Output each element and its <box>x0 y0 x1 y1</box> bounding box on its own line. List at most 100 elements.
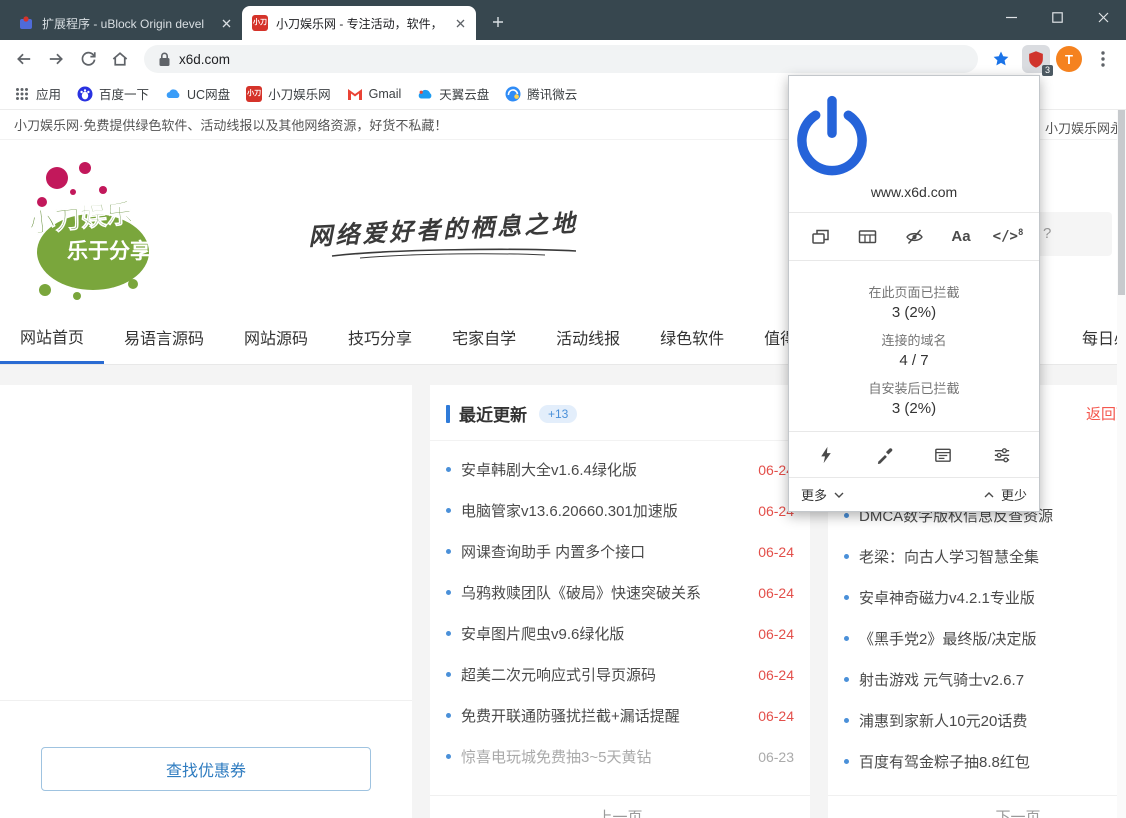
list-item[interactable]: 电脑管家v13.6.20660.301加速版06-24 <box>430 490 810 531</box>
bookmark-tianyi-cloud[interactable]: 天翼云盘 <box>417 84 489 103</box>
bookmark-weiyun[interactable]: 腾讯微云 <box>505 84 577 103</box>
nav-site-source[interactable]: 网站源码 <box>224 310 328 364</box>
list-item[interactable]: 超美二次元响应式引导页源码06-24 <box>430 654 810 695</box>
item-date: 06-24 <box>758 626 794 642</box>
bullet-icon <box>844 718 849 723</box>
list-item[interactable]: 百度有驾金粽子抽8.8红包 <box>828 741 1126 782</box>
nav-label: 技巧分享 <box>348 325 412 349</box>
list-item[interactable]: 惊喜电玩城免费抽3~5天黄钻06-23 <box>430 736 810 777</box>
site-favicon-icon: 小刀 <box>252 15 268 31</box>
ublock-extension-button[interactable]: 3 <box>1022 45 1050 73</box>
item-title[interactable]: 老梁：向古人学习智慧全集 <box>859 546 1126 567</box>
bookmark-star-icon[interactable] <box>986 44 1016 74</box>
bullet-icon <box>446 672 451 677</box>
bookmark-label: 百度一下 <box>99 84 149 103</box>
bookmark-label: 天翼云盘 <box>439 84 489 103</box>
list-item[interactable]: 免费开联通防骚扰拦截+漏话提醒06-24 <box>430 695 810 736</box>
recent-updates-header: 最近更新 +13 <box>430 385 810 441</box>
address-bar[interactable]: x6d.com <box>144 45 978 73</box>
cosmetic-filtering-icon[interactable] <box>897 220 931 254</box>
item-title[interactable]: 安卓韩剧大全v1.6.4绿化版 <box>461 459 750 480</box>
nav-tips[interactable]: 技巧分享 <box>328 310 432 364</box>
list-item[interactable]: 老梁：向古人学习智慧全集 <box>828 536 1126 577</box>
item-title[interactable]: 射击游戏 元气骑士v2.6.7 <box>859 669 1126 690</box>
profile-avatar[interactable]: T <box>1056 46 1082 72</box>
bullet-icon <box>446 549 451 554</box>
tab-close-icon[interactable] <box>452 15 468 31</box>
nav-home[interactable]: 网站首页 <box>0 310 104 364</box>
item-title[interactable]: 安卓图片爬虫v9.6绿化版 <box>461 623 750 644</box>
nav-self-study[interactable]: 宅家自学 <box>432 310 536 364</box>
item-title[interactable]: 网课查询助手 内置多个接口 <box>461 541 750 562</box>
maximize-button[interactable] <box>1034 0 1080 34</box>
bullet-icon <box>844 513 849 518</box>
minimize-button[interactable] <box>988 0 1034 34</box>
ublock-more-button[interactable]: 更多 <box>801 485 844 504</box>
prev-page-button[interactable]: 上一页 <box>430 795 810 818</box>
nav-yiyuyan[interactable]: 易语言源码 <box>104 310 224 364</box>
list-item[interactable]: 《黑手党2》最终版/决定版 <box>828 618 1126 659</box>
bullet-icon <box>844 677 849 682</box>
remote-fonts-blocker-icon[interactable]: Aa <box>944 220 978 254</box>
more-label: 更多 <box>801 485 827 504</box>
nav-activities[interactable]: 活动线报 <box>536 310 640 364</box>
javascript-blocker-icon[interactable]: </>8 <box>991 220 1025 254</box>
bullet-icon <box>446 590 451 595</box>
site-notice-right-text: 小刀娱乐网永久网址 <box>1045 118 1126 137</box>
item-title[interactable]: 浦惠到家新人10元20话费 <box>859 710 1126 731</box>
browser-menu-icon[interactable] <box>1088 44 1118 74</box>
forward-button[interactable] <box>40 43 72 75</box>
close-window-button[interactable] <box>1080 0 1126 34</box>
item-title[interactable]: 百度有驾金粽子抽8.8红包 <box>859 751 1126 772</box>
item-title[interactable]: 安卓神奇磁力v4.2.1专业版 <box>859 587 1126 608</box>
list-item[interactable]: 乌鸦救赎团队《破局》快速突破关系06-24 <box>430 572 810 613</box>
ublock-less-button[interactable]: 更少 <box>984 485 1027 504</box>
bookmark-baidu[interactable]: 百度一下 <box>77 84 149 103</box>
large-media-blocker-icon[interactable] <box>850 220 884 254</box>
popup-blocker-icon[interactable] <box>803 220 837 254</box>
list-item[interactable]: 安卓神奇磁力v4.2.1专业版 <box>828 577 1126 618</box>
site-logo[interactable]: 小刀娱乐 乐于分享 <box>15 152 165 302</box>
home-button[interactable] <box>104 43 136 75</box>
tab-title: 小刀娱乐网 - 专注活动，软件， <box>276 15 446 32</box>
toolbar-right: 3 T <box>986 44 1118 74</box>
list-item[interactable]: 安卓韩剧大全v1.6.4绿化版06-24 <box>430 449 810 490</box>
bookmark-xiaodao[interactable]: 小刀 小刀娱乐网 <box>246 84 331 103</box>
element-zapper-icon[interactable] <box>809 438 843 472</box>
tab-close-icon[interactable] <box>218 15 234 31</box>
tab-extensions[interactable]: 扩展程序 - uBlock Origin devel <box>8 6 242 40</box>
element-picker-icon[interactable] <box>868 438 902 472</box>
item-title[interactable]: 惊喜电玩城免费抽3~5天黄钻 <box>461 746 750 767</box>
scrollbar-track[interactable] <box>1117 110 1126 818</box>
list-item[interactable]: 安卓图片爬虫v9.6绿化版 06-24 <box>430 613 810 654</box>
site-slogan: 网络爱好者的栖息之地 <box>307 203 578 252</box>
ublock-stats: 在此页面已拦截 3 (2%) 连接的域名 4 / 7 自安装后已拦截 3 (2%… <box>789 260 1039 431</box>
find-coupon-button[interactable]: 查找优惠券 <box>41 747 371 791</box>
uc-cloud-icon <box>165 86 181 102</box>
bookmark-uc-cloud[interactable]: UC网盘 <box>165 84 230 103</box>
apps-shortcut[interactable]: 应用 <box>14 84 61 103</box>
new-tab-button[interactable] <box>484 8 512 36</box>
item-title[interactable]: 电脑管家v13.6.20660.301加速版 <box>461 500 750 521</box>
bookmark-label: 腾讯微云 <box>527 84 577 103</box>
scrollbar-thumb[interactable] <box>1118 110 1125 295</box>
item-title[interactable]: 超美二次元响应式引导页源码 <box>461 664 750 685</box>
item-title[interactable]: 乌鸦救赎团队《破局》快速突破关系 <box>461 582 750 603</box>
logger-icon[interactable] <box>926 438 960 472</box>
reload-button[interactable] <box>72 43 104 75</box>
bookmark-gmail[interactable]: Gmail <box>347 86 402 102</box>
tab-xiaodao-site[interactable]: 小刀 小刀娱乐网 - 专注活动，软件， <box>242 6 476 40</box>
logo-text-line2: 乐于分享 <box>67 239 151 263</box>
item-title[interactable]: 免费开联通防骚扰拦截+漏话提醒 <box>461 705 750 726</box>
next-page-button[interactable]: 下一页 <box>828 795 1126 818</box>
nav-green-software[interactable]: 绿色软件 <box>640 310 744 364</box>
back-button[interactable] <box>8 43 40 75</box>
list-item[interactable]: 网课查询助手 内置多个接口06-24 <box>430 531 810 572</box>
list-item[interactable]: 射击游戏 元气骑士v2.6.7 <box>828 659 1126 700</box>
list-item[interactable]: 浦惠到家新人10元20话费 <box>828 700 1126 741</box>
settings-sliders-icon[interactable] <box>985 438 1019 472</box>
bookmark-label: UC网盘 <box>187 84 230 103</box>
stat-value: 4 / 7 <box>789 352 1039 369</box>
ublock-power-button[interactable] <box>789 76 1039 178</box>
item-title[interactable]: 《黑手党2》最终版/决定版 <box>859 628 1126 649</box>
